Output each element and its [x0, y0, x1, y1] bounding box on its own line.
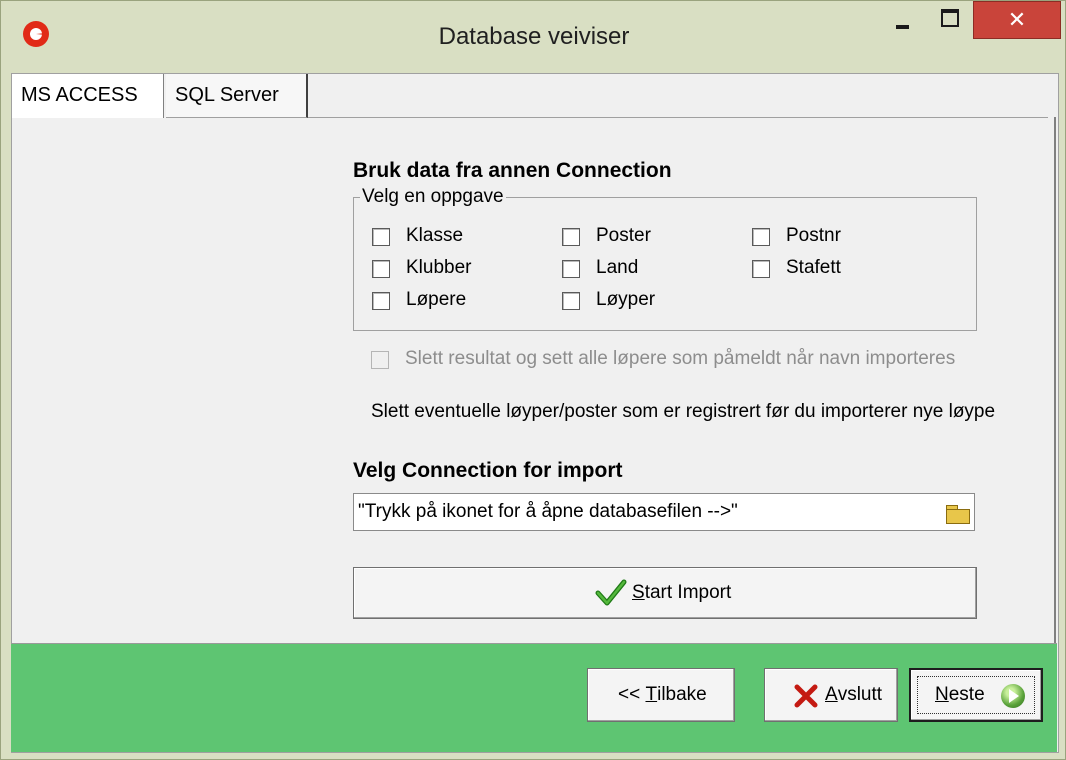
database-file-value: "Trykk på ikonet for å åpne databasefile…	[358, 501, 738, 522]
checkbox-box[interactable]	[562, 260, 580, 278]
maximize-icon	[941, 9, 959, 27]
browse-button[interactable]	[944, 499, 970, 525]
cancel-button[interactable]: Avslutt	[764, 668, 898, 722]
database-wizard-window: Database veiviser ✕ MS ACCESS SQL Server…	[0, 0, 1066, 760]
checkbox-label: Poster	[596, 225, 651, 246]
checkbox-label: Klasse	[406, 225, 464, 246]
checkbox-label: Løyper	[596, 289, 656, 310]
start-import-label: Start Import	[632, 582, 732, 603]
checkbox-box[interactable]	[371, 351, 389, 369]
checkbox-label: Stafett	[786, 257, 841, 278]
minimize-icon	[896, 25, 909, 29]
title-bar[interactable]: Database veiviser ✕	[1, 1, 1066, 67]
task-group-label: Velg en oppgave	[360, 186, 506, 208]
close-button[interactable]: ✕	[973, 1, 1061, 39]
import-section-heading: Bruk data fra annen Connection	[353, 159, 672, 182]
cancel-button-label: Avslutt	[825, 684, 883, 705]
green-check-icon	[595, 579, 627, 606]
maximize-button[interactable]	[927, 1, 973, 37]
back-button-label: << Tilbake	[618, 684, 707, 705]
red-x-icon	[794, 684, 818, 708]
checkbox-box[interactable]	[372, 292, 390, 310]
start-import-button[interactable]: Start Import	[353, 567, 977, 619]
checkbox-label: Land	[596, 257, 639, 278]
tab-panel-border	[308, 117, 1048, 118]
checkbox-box[interactable]	[372, 228, 390, 246]
checkbox-label: Klubber	[406, 257, 472, 278]
checkbox-box[interactable]	[752, 260, 770, 278]
checkbox-box[interactable]	[562, 292, 580, 310]
close-icon: ✕	[1007, 8, 1027, 33]
minimize-button[interactable]	[879, 1, 925, 37]
tab-sql-server[interactable]: SQL Server	[166, 74, 308, 118]
next-button-label: Neste	[935, 684, 985, 705]
database-file-field[interactable]: "Trykk på ikonet for å åpne databasefile…	[353, 493, 975, 531]
connection-section-heading: Velg Connection for import	[353, 459, 623, 482]
checkbox-box[interactable]	[752, 228, 770, 246]
delete-courses-note: Slett eventuelle løyper/poster som er re…	[371, 401, 996, 422]
next-button[interactable]: Neste	[909, 668, 1043, 722]
checkbox-label: Slett resultat og sett alle løpere som p…	[405, 348, 956, 369]
checkbox-label: Løpere	[406, 289, 467, 310]
open-folder-icon	[946, 509, 970, 524]
task-groupbox: Velg en oppgave Klasse Klubber Løpere Po…	[353, 186, 977, 331]
next-arrow-icon	[1001, 684, 1025, 708]
checkbox-box[interactable]	[562, 228, 580, 246]
tab-ms-access[interactable]: MS ACCESS	[12, 74, 164, 118]
footer-bar: << Tilbake Avslutt Neste	[11, 643, 1057, 752]
checkbox-label: Postnr	[786, 225, 841, 246]
tab-panel-edge	[1054, 117, 1056, 645]
back-button[interactable]: << Tilbake	[587, 668, 735, 722]
checkbox-box[interactable]	[372, 260, 390, 278]
